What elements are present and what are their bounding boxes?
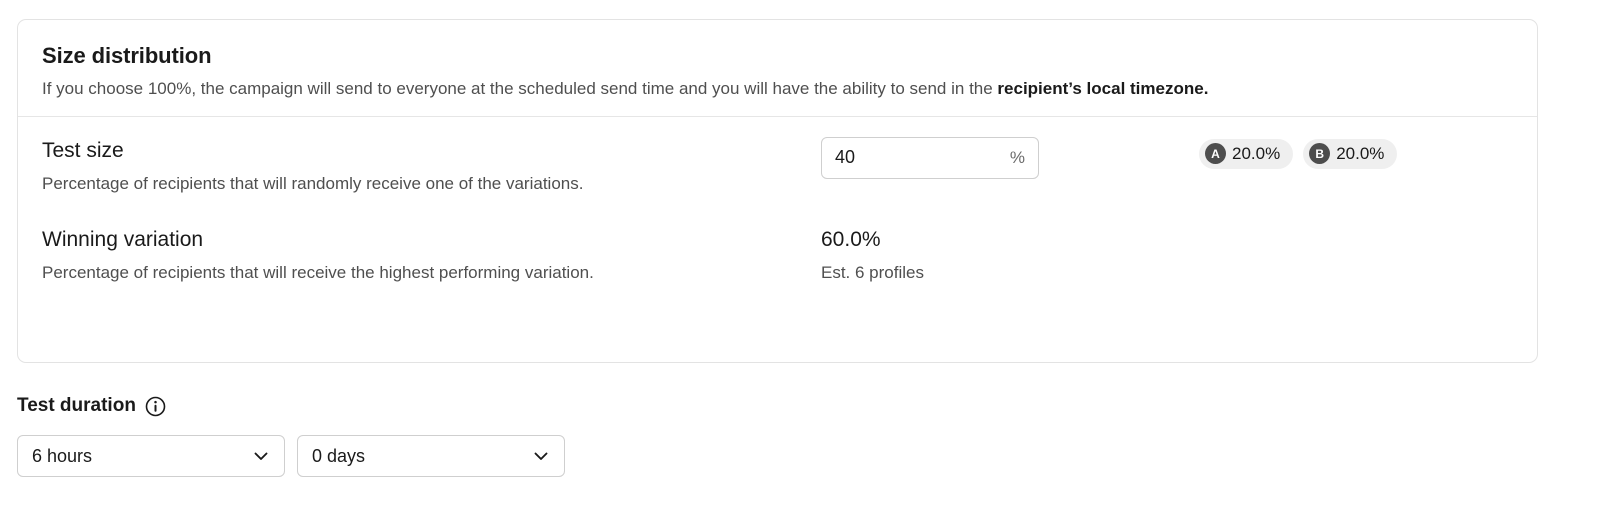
test-duration-header: Test duration — [17, 395, 1547, 417]
percent-suffix: % — [1009, 147, 1025, 167]
variation-badge-a: A 20.0% — [1199, 138, 1294, 169]
size-distribution-page: Size distribution If you choose 100%, th… — [0, 0, 1600, 512]
test-size-row: Test size Percentage of recipients that … — [42, 117, 1513, 195]
info-circle-icon[interactable] — [145, 396, 166, 417]
test-size-input[interactable] — [822, 146, 987, 170]
variation-b-chip: B — [1309, 143, 1331, 165]
test-duration-section: Test duration 6 hours 0 days — [17, 395, 1547, 477]
winning-variation-percent: 60.0% — [821, 227, 881, 251]
chevron-down-icon — [531, 446, 551, 466]
winning-variation-values: 60.0% Est. 6 profiles — [821, 227, 924, 284]
test-size-text-block: Test size Percentage of recipients that … — [42, 138, 782, 195]
card-header: Size distribution If you choose 100%, th… — [18, 20, 1537, 117]
test-size-label: Test size — [42, 138, 124, 162]
card-subtitle: If you choose 100%, the campaign will se… — [42, 78, 1513, 100]
card-subtitle-text: If you choose 100%, the campaign will se… — [42, 78, 998, 98]
duration-hours-select[interactable]: 6 hours — [17, 435, 285, 477]
duration-days-value: 0 days — [312, 445, 366, 466]
winning-variation-estimate: Est. 6 profiles — [821, 263, 924, 283]
variation-a-chip: A — [1205, 143, 1226, 165]
card-subtitle-emphasis: recipient’s local timezone. — [997, 78, 1209, 98]
variation-badges: A 20.0% B 20.0% — [1199, 138, 1398, 169]
variation-badge-b: B 20.0% — [1303, 138, 1398, 169]
test-size-control: % — [821, 136, 1039, 179]
winning-variation-text-block: Winning variation Percentage of recipien… — [42, 227, 782, 284]
card-body: Test size Percentage of recipients that … — [18, 117, 1537, 285]
page-title: Size distribution — [42, 43, 212, 68]
test-size-description: Percentage of recipients that will rando… — [42, 173, 584, 193]
winning-variation-row: Winning variation Percentage of recipien… — [42, 195, 1513, 284]
duration-days-select[interactable]: 0 days — [297, 435, 565, 477]
test-size-input-wrapper[interactable]: % — [821, 136, 1039, 179]
winning-variation-label: Winning variation — [42, 227, 204, 251]
variation-a-percent: 20.0% — [1232, 143, 1281, 163]
size-distribution-card: Size distribution If you choose 100%, th… — [17, 19, 1538, 363]
variation-b-percent: 20.0% — [1336, 143, 1385, 163]
test-duration-title: Test duration — [17, 395, 136, 416]
chevron-down-icon — [251, 446, 271, 466]
duration-hours-value: 6 hours — [32, 445, 93, 466]
duration-selects: 6 hours 0 days — [17, 435, 1547, 477]
winning-variation-description: Percentage of recipients that will recei… — [42, 263, 594, 283]
